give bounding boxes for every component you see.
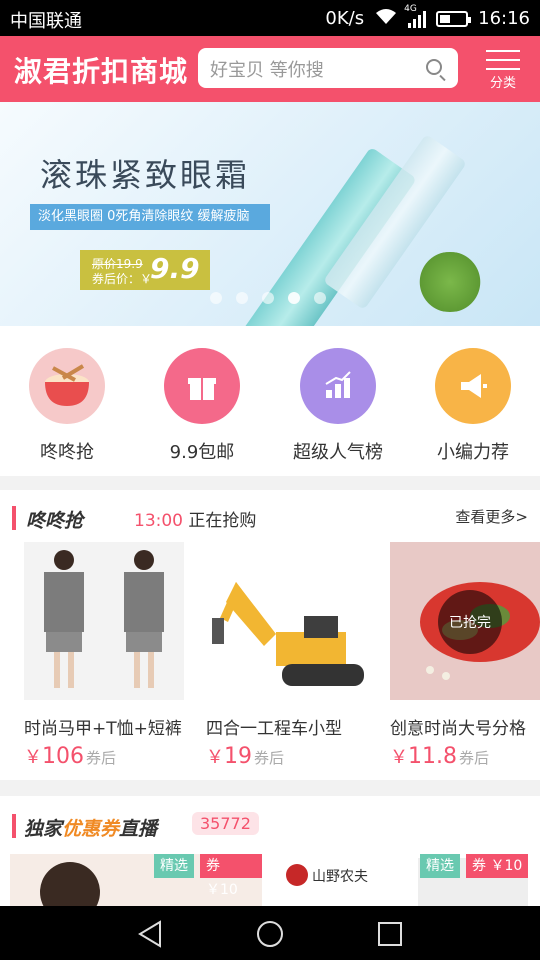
carousel-dot[interactable] [236, 292, 248, 304]
promo-banner[interactable]: 滚珠紧致眼霜 淡化黑眼圈 0死角清除眼纹 缓解疲脑 原价19.9 券后价：￥ 9… [0, 102, 540, 326]
featured-tag: 精选 [154, 854, 194, 878]
nav-label: 9.9包邮 [169, 442, 235, 463]
system-nav-bar [0, 906, 540, 960]
megaphone-icon [435, 348, 511, 424]
nav-label: 咚咚抢 [40, 442, 94, 463]
price-suffix: 券后 [254, 749, 285, 767]
banner-subtitle: 淡化黑眼圈 0死角清除眼纹 缓解疲脑 [30, 204, 270, 230]
category-button[interactable]: 分类 [486, 50, 520, 91]
flash-sale-section: 咚咚抢 13:00 正在抢购 查看更多> 时尚马甲+T恤+短裤 ￥106 券后 四… [0, 490, 540, 780]
price-value: 106 [42, 744, 84, 769]
price-suffix: 券后 [458, 749, 489, 767]
network-speed: 0K/s [325, 8, 365, 29]
nav-item-popular[interactable]: 超级人气榜 [283, 348, 393, 464]
drum-icon [29, 348, 105, 424]
coupon-card[interactable]: 精选 券 ￥10 [10, 854, 262, 906]
carousel-dot[interactable] [314, 292, 326, 304]
section-accent-bar [12, 814, 16, 838]
nav-item-free-shipping[interactable]: 9.9包邮 [147, 348, 257, 464]
quick-nav: 咚咚抢 9.9包邮 超级人气榜 小编力荐 [0, 326, 540, 476]
coupon-count-badge: 35772 [192, 812, 259, 835]
flower-image [410, 252, 490, 312]
brand-name: 山野农夫 [312, 869, 368, 885]
carousel-dot[interactable] [262, 292, 274, 304]
carousel-dot-active[interactable] [288, 292, 300, 304]
section-title: 咚咚抢 [26, 510, 84, 532]
banner-after-label: 券后价：￥ [92, 272, 153, 286]
gift-icon [164, 348, 240, 424]
app-header: 淑君折扣商城 好宝贝 等你搜 分类 [0, 36, 540, 102]
flash-status: 正在抢购 [188, 511, 257, 531]
menu-icon [486, 50, 520, 70]
see-more-link[interactable]: 查看更多> [455, 506, 528, 527]
brand-logo [286, 864, 308, 886]
currency-symbol: ￥ [206, 747, 224, 768]
product-image: 已抢完 [390, 542, 540, 700]
back-icon[interactable] [136, 920, 164, 952]
flash-time: 13:00 正在抢购 [134, 506, 256, 531]
banner-price-badge: 原价19.9 券后价：￥ 9.9 [80, 250, 210, 290]
search-icon[interactable] [426, 59, 442, 75]
product-image [206, 542, 366, 700]
product-price: ￥11.8 券后 [390, 743, 540, 769]
currency-symbol: ￥ [390, 747, 408, 768]
price-value: 11.8 [408, 744, 457, 769]
price-suffix: 券后 [86, 749, 117, 767]
currency-symbol: ￥ [24, 747, 42, 768]
flash-sale-header: 咚咚抢 13:00 正在抢购 查看更多> [0, 504, 540, 534]
search-input[interactable]: 好宝贝 等你搜 [198, 48, 458, 88]
title-part: 独家 [24, 818, 63, 840]
wifi-icon [374, 7, 398, 30]
product-card[interactable]: 四合一工程车小型 ￥19 券后 [206, 542, 366, 769]
chart-up-icon [300, 348, 376, 424]
price-value: 19 [224, 744, 252, 769]
clock: 16:16 [478, 8, 530, 29]
network-type: 4G [404, 3, 417, 14]
product-image [40, 862, 100, 906]
product-name: 创意时尚大号分格 [390, 719, 526, 739]
nav-label: 小编力荐 [437, 442, 509, 463]
shop-logo[interactable]: 淑君折扣商城 [14, 50, 188, 90]
carousel-dot[interactable] [210, 292, 222, 304]
nav-item-recommend[interactable]: 小编力荐 [418, 348, 528, 464]
category-label: 分类 [489, 76, 516, 91]
flash-time-value: 13:00 [134, 511, 183, 531]
signal-icon: 4G [404, 4, 427, 28]
nav-item-dongdong[interactable]: 咚咚抢 [12, 348, 122, 464]
product-price: ￥19 券后 [206, 743, 366, 769]
coupon-live-section: 独家优惠券直播 35772 精选 券 ￥10 山野农夫 精选 券 ￥10 [0, 796, 540, 906]
carrier-label: 中国联通 [10, 11, 82, 32]
product-price: ￥106 券后 [24, 743, 184, 769]
product-card[interactable]: 时尚马甲+T恤+短裤 ￥106 券后 [24, 542, 184, 769]
product-name: 时尚马甲+T恤+短裤 [24, 719, 182, 739]
search-placeholder: 好宝贝 等你搜 [210, 60, 324, 81]
coupon-tag: 券 ￥10 [200, 854, 262, 898]
nav-label: 超级人气榜 [293, 442, 383, 463]
title-part: 直播 [119, 818, 158, 840]
product-card[interactable]: 已抢完 创意时尚大号分格 ￥11.8 券后 [390, 542, 540, 769]
section-title: 独家优惠券直播 [24, 814, 157, 841]
banner-title: 滚珠紧致眼霜 [40, 156, 251, 194]
coupon-card[interactable]: 山野农夫 精选 券 ￥10 [278, 854, 530, 906]
title-highlight: 优惠券 [62, 818, 120, 840]
section-accent-bar [12, 506, 16, 530]
carousel-dots [210, 292, 326, 304]
banner-after-price: 9.9 [150, 252, 200, 285]
home-icon[interactable] [256, 920, 284, 952]
status-bar: 中国联通 0K/s 4G 16:16 [0, 0, 540, 36]
coupon-tag: 券 ￥10 [466, 854, 529, 878]
featured-tag: 精选 [420, 854, 460, 878]
product-name: 四合一工程车小型 [206, 719, 342, 739]
recents-icon[interactable] [376, 920, 404, 952]
battery-icon [436, 10, 472, 27]
sold-out-badge: 已抢完 [438, 590, 502, 654]
product-image [24, 542, 184, 700]
